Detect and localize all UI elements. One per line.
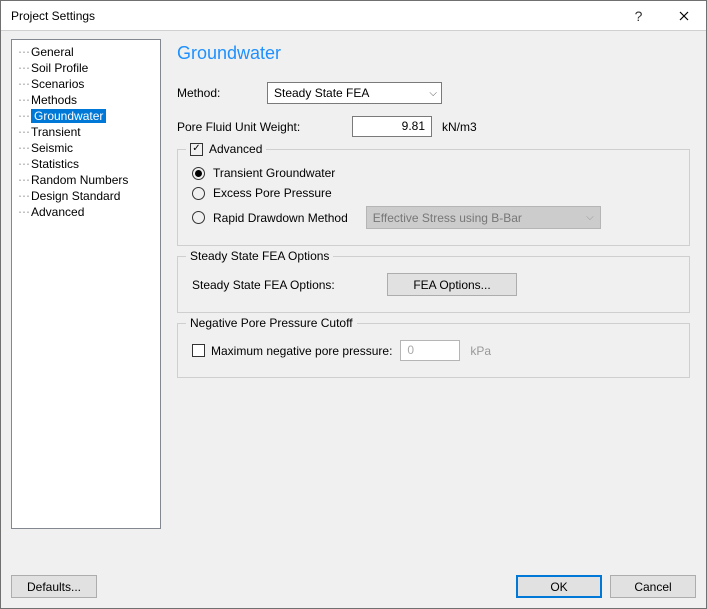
cancel-button[interactable]: Cancel [610,575,696,598]
dialog-body: ⋯General ⋯Soil Profile ⋯Scenarios ⋯Metho… [1,31,706,575]
advanced-checkbox[interactable]: ✓ Advanced [186,142,266,156]
advanced-title: Advanced [209,142,262,156]
chevron-down-icon: ⌵ [586,212,594,223]
advanced-group: ✓ Advanced Transient Groundwater Excess … [177,149,690,246]
radio-rapid[interactable]: Rapid Drawdown Method Effective Stress u… [192,206,679,229]
radio-icon [192,167,205,180]
nav-item-random-numbers[interactable]: ⋯Random Numbers [14,172,158,188]
chevron-down-icon: ⌵ [429,88,437,99]
close-button[interactable] [661,1,706,31]
fea-options-group: Steady State FEA Options Steady State FE… [177,256,690,313]
max-neg-input: 0 [400,340,460,361]
nav-item-groundwater[interactable]: ⋯Groundwater [14,108,158,124]
max-neg-unit: kPa [470,344,491,358]
defaults-button[interactable]: Defaults... [11,575,97,598]
project-settings-dialog: Project Settings ? ⋯General ⋯Soil Profil… [0,0,707,609]
pore-weight-unit: kN/m3 [442,120,477,134]
method-value: Steady State FEA [274,86,369,100]
nav-item-methods[interactable]: ⋯Methods [14,92,158,108]
radio-icon [192,211,205,224]
nav-item-scenarios[interactable]: ⋯Scenarios [14,76,158,92]
fea-title: Steady State FEA Options [186,249,333,263]
title-bar: Project Settings ? [1,1,706,31]
fea-options-button[interactable]: FEA Options... [387,273,517,296]
fea-label: Steady State FEA Options: [192,278,387,292]
negative-title: Negative Pore Pressure Cutoff [186,316,357,330]
negative-pressure-group: Negative Pore Pressure Cutoff Maximum ne… [177,323,690,378]
nav-item-soil-profile[interactable]: ⋯Soil Profile [14,60,158,76]
main-panel: Groundwater Method: Steady State FEA ⌵ P… [171,39,696,569]
rapid-method-select: Effective Stress using B-Bar ⌵ [366,206,601,229]
max-neg-label: Maximum negative pore pressure: [211,344,392,358]
max-neg-checkbox[interactable] [192,344,205,357]
radio-icon [192,187,205,200]
nav-item-seismic[interactable]: ⋯Seismic [14,140,158,156]
radio-excess[interactable]: Excess Pore Pressure [192,186,679,200]
radio-transient[interactable]: Transient Groundwater [192,166,679,180]
nav-item-general[interactable]: ⋯General [14,44,158,60]
nav-item-statistics[interactable]: ⋯Statistics [14,156,158,172]
help-button[interactable]: ? [616,1,661,31]
pore-weight-label: Pore Fluid Unit Weight: [177,120,352,134]
nav-item-design-standard[interactable]: ⋯Design Standard [14,188,158,204]
nav-item-advanced[interactable]: ⋯Advanced [14,204,158,220]
pore-weight-input[interactable]: 9.81 [352,116,432,137]
dialog-footer: Defaults... OK Cancel [1,575,706,608]
window-title: Project Settings [11,9,616,23]
method-select[interactable]: Steady State FEA ⌵ [267,82,442,104]
nav-item-transient[interactable]: ⋯Transient [14,124,158,140]
nav-tree: ⋯General ⋯Soil Profile ⋯Scenarios ⋯Metho… [11,39,161,529]
page-title: Groundwater [177,43,696,64]
method-label: Method: [177,86,267,100]
checkbox-icon: ✓ [190,143,203,156]
ok-button[interactable]: OK [516,575,602,598]
